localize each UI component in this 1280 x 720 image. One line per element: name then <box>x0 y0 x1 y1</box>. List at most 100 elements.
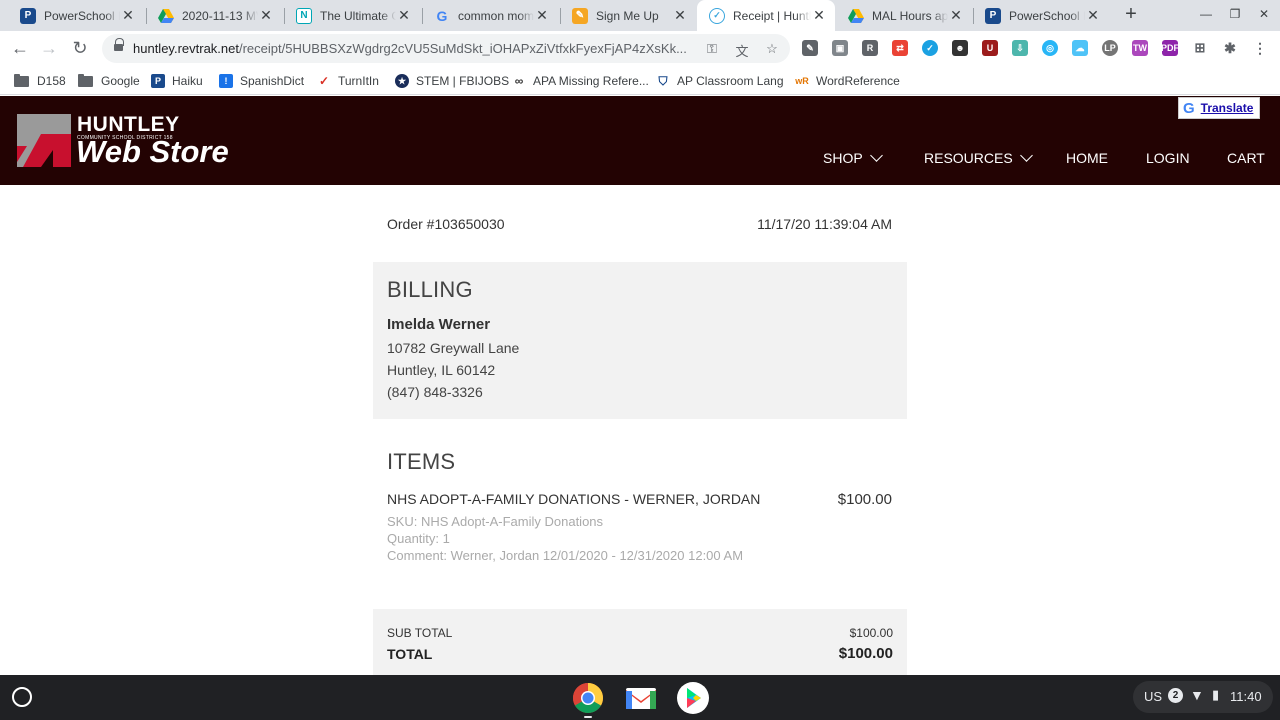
powerschool-favicon-icon: P <box>20 7 36 24</box>
billing-address-line2: Huntley, IL 60142 <box>387 362 496 378</box>
bookmark-wordreference[interactable]: wR WordReference <box>795 72 900 90</box>
close-tab-icon[interactable]: ✕ <box>1085 7 1101 24</box>
tab-receipt-active[interactable]: ✓ Receipt | Huntle ✕ <box>697 0 835 31</box>
status-tray[interactable]: US 2 ▼ ▮ 11:40 <box>1133 681 1273 713</box>
billing-heading: BILLING <box>387 277 473 302</box>
close-tab-icon[interactable]: ✕ <box>948 7 964 24</box>
translate-page-icon[interactable]: 文 <box>734 41 750 59</box>
tab-google-search[interactable]: G common mom ✕ <box>422 0 558 31</box>
nav-cart[interactable]: CART <box>1227 150 1265 166</box>
google-favicon-icon: G <box>436 7 448 24</box>
minimize-icon[interactable]: — <box>1198 7 1214 23</box>
bookmarks-bar: D158 Google P Haiku ! SpanishDict ✓ TurnItI… <box>0 66 1280 95</box>
fbi-icon: ★ <box>395 74 409 88</box>
forward-arrow-icon[interactable]: → <box>37 37 61 61</box>
receipt-page: Order #103650030 11/17/20 11:39:04 AM BI… <box>0 185 1280 675</box>
nav-resources[interactable]: RESOURCES <box>924 149 1033 166</box>
url-text[interactable]: huntley.revtrak.net/receipt/5HUBBSXzWgdr… <box>133 41 698 56</box>
billing-address-line1: 10782 Greywall Lane <box>387 340 520 356</box>
billing-section: BILLING Imelda Werner 10782 Greywall Lan… <box>373 262 907 419</box>
bookmark-spanishdict[interactable]: ! SpanishDict <box>219 72 304 90</box>
extension-icon[interactable]: TW <box>1132 40 1148 56</box>
close-window-icon[interactable]: ✕ <box>1256 7 1272 23</box>
extension-icon[interactable]: ⇄ <box>892 40 908 56</box>
nav-home[interactable]: HOME <box>1066 150 1108 166</box>
browser-toolbar: ← → ↻ huntley.revtrak.net/receipt/5HUBBS… <box>0 31 1280 66</box>
address-bar[interactable]: huntley.revtrak.net/receipt/5HUBBSXzWgdr… <box>102 34 790 63</box>
tab-sign-me-up[interactable]: ✎ Sign Me Up ✕ <box>560 0 696 31</box>
tab-mal-hours[interactable]: MAL Hours app ✕ <box>836 0 972 31</box>
lock-icon <box>114 38 124 53</box>
extension-icon[interactable]: ⇩ <box>1012 40 1028 56</box>
bookmark-fbijobs[interactable]: ★ STEM | FBIJOBS <box>395 72 509 90</box>
nav-login[interactable]: LOGIN <box>1146 150 1190 166</box>
total-value: $100.00 <box>838 645 893 662</box>
tab-strip: P PowerSchool Le ✕ 2020-11-13 MV ✕ N The… <box>0 0 1280 31</box>
extension-icon[interactable]: U <box>982 40 998 56</box>
new-tab-button[interactable]: + <box>1120 4 1142 26</box>
close-tab-icon[interactable]: ✕ <box>396 7 412 24</box>
tab-title: MAL Hours app <box>872 8 948 23</box>
extension-icon[interactable]: ◎ <box>1042 40 1058 56</box>
close-tab-icon[interactable]: ✕ <box>672 7 688 24</box>
extension-icon[interactable]: PDF <box>1161 40 1179 56</box>
bookmark-turnitin[interactable]: ✓ TurnItIn <box>317 72 379 90</box>
menu-kebab-icon[interactable]: ⋮ <box>1252 40 1268 56</box>
turnitin-icon: ✓ <box>318 74 330 88</box>
puzzle-extensions-icon[interactable]: ✱ <box>1222 40 1238 56</box>
huntley-logo-icon[interactable] <box>17 114 71 167</box>
logo-web-store: Web Store <box>76 134 229 169</box>
extension-icon[interactable]: ☁ <box>1072 40 1088 56</box>
extension-icon[interactable]: R <box>862 40 878 56</box>
wordreference-icon: wR <box>795 76 809 86</box>
extension-icon[interactable]: ▣ <box>832 40 848 56</box>
tab-title: PowerSchool Le <box>1009 8 1085 23</box>
nav-shop[interactable]: SHOP <box>823 149 883 166</box>
order-number: Order #103650030 <box>387 216 505 232</box>
bookmark-google[interactable]: Google <box>78 72 140 90</box>
apa-icon: ∞ <box>514 74 524 88</box>
translate-button[interactable]: G Translate <box>1178 97 1260 119</box>
tab-powerschool-1[interactable]: P PowerSchool Le ✕ <box>8 0 144 31</box>
launcher-icon[interactable] <box>12 687 32 707</box>
restore-icon[interactable]: ❐ <box>1227 7 1243 23</box>
extension-icon[interactable]: ☻ <box>952 40 968 56</box>
tab-title: common mom <box>458 8 534 23</box>
close-tab-icon[interactable]: ✕ <box>534 7 550 24</box>
play-store-icon[interactable] <box>676 681 710 715</box>
subtotal-value: $100.00 <box>849 626 893 640</box>
back-arrow-icon[interactable]: ← <box>8 37 32 61</box>
os-shelf: US 2 ▼ ▮ 11:40 <box>0 675 1280 720</box>
battery-icon: ▮ <box>1212 687 1220 702</box>
notification-count-badge: 2 <box>1168 688 1183 703</box>
close-tab-icon[interactable]: ✕ <box>120 7 136 24</box>
tab-ultimate[interactable]: N The Ultimate G ✕ <box>284 0 420 31</box>
bookmark-haiku[interactable]: P Haiku <box>151 72 203 90</box>
tab-title: Receipt | Huntle <box>733 8 811 23</box>
close-tab-icon[interactable]: ✕ <box>811 7 827 24</box>
reload-icon[interactable]: ↻ <box>68 37 92 61</box>
bookmark-star-icon[interactable]: ☆ <box>764 41 780 57</box>
tab-powerschool-2[interactable]: P PowerSchool Le ✕ <box>973 0 1109 31</box>
apps-grid-icon[interactable]: ⊞ <box>1192 40 1208 56</box>
extension-icon[interactable]: ✓ <box>922 40 938 56</box>
item-comment: Comment: Werner, Jordan 12/01/2020 - 12/… <box>387 548 744 563</box>
tab-title: PowerSchool Le <box>44 8 120 23</box>
item-name: NHS ADOPT-A-FAMILY DONATIONS - WERNER, J… <box>387 491 761 507</box>
locale-indicator: US <box>1144 689 1163 704</box>
bookmark-d158[interactable]: D158 <box>14 72 66 90</box>
haiku-icon: P <box>151 74 165 88</box>
key-icon[interactable]: ⚿ <box>704 41 720 57</box>
extension-icon[interactable]: LP <box>1102 40 1118 56</box>
gmail-icon[interactable] <box>624 681 658 715</box>
chevron-down-icon <box>869 149 883 162</box>
tab-drive-doc[interactable]: 2020-11-13 MV ✕ <box>146 0 282 31</box>
tab-title: 2020-11-13 MV <box>182 8 258 23</box>
bookmark-ap-classroom[interactable]: ⛉ AP Classroom Lang <box>656 72 783 90</box>
bookmark-apa[interactable]: ∞ APA Missing Refere... <box>512 72 649 90</box>
close-tab-icon[interactable]: ✕ <box>258 7 274 24</box>
extension-icon[interactable]: ✎ <box>802 40 818 56</box>
chrome-icon[interactable] <box>571 681 605 715</box>
order-datetime: 11/17/20 11:39:04 AM <box>757 216 892 232</box>
total-label: TOTAL <box>387 646 433 662</box>
